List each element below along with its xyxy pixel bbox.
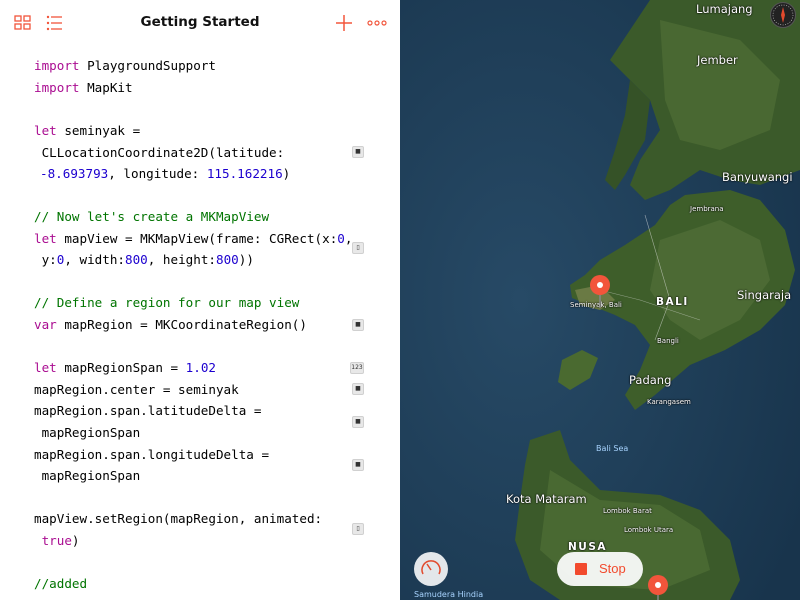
code-line[interactable]: -8.693793, longitude: 115.162216) — [40, 164, 290, 184]
code-editor[interactable]: Getting Started import PlaygroundSupport… — [0, 0, 400, 600]
map-label-lumajang: Lumajang — [696, 2, 753, 16]
code-line[interactable]: true) — [34, 531, 80, 551]
editor-toolbar: Getting Started — [0, 0, 400, 46]
code-line[interactable]: mapRegion.span.longitudeDelta = — [34, 445, 269, 465]
stop-button[interactable]: Stop — [557, 552, 643, 586]
object-result-icon[interactable]: ■ — [352, 319, 364, 331]
code-line[interactable]: import PlaygroundSupport — [34, 56, 216, 76]
map-label-bali: BALI — [656, 296, 689, 308]
object-result-icon[interactable]: ■ — [352, 383, 364, 395]
code-line[interactable]: mapView.setRegion(mapRegion, animated: — [34, 509, 322, 529]
ellipsis-icon[interactable] — [366, 12, 388, 34]
object-result-icon[interactable]: ■ — [352, 459, 364, 471]
map-label-padang: Padang — [629, 373, 672, 387]
code-line[interactable]: CLLocationCoordinate2D(latitude: — [34, 143, 285, 163]
speedometer-icon[interactable] — [414, 552, 448, 586]
map-label-bangli: Bangli — [657, 337, 679, 345]
map-pin-icon[interactable] — [645, 574, 671, 600]
list-icon[interactable] — [44, 12, 66, 34]
code-line[interactable]: mapRegionSpan — [34, 423, 141, 443]
map-label-samudera-hindia: Samudera Hindia — [414, 590, 484, 599]
code-line[interactable]: let mapView = MKMapView(frame: CGRect(x:… — [34, 229, 352, 249]
code-line[interactable]: //added — [34, 574, 87, 594]
code-line[interactable]: mapRegion.span.latitudeDelta = — [34, 401, 261, 421]
plus-icon[interactable] — [333, 12, 355, 34]
live-view-map[interactable]: Lumajang Jember Banyuwangi Jembrana Semi… — [400, 0, 800, 600]
code-line[interactable]: import MapKit — [34, 78, 133, 98]
code-line[interactable]: // Define a region for our map view — [34, 293, 299, 313]
map-label-bali-sea: Bali Sea — [596, 444, 629, 453]
map-label-jember: Jember — [697, 53, 738, 67]
compass-icon[interactable] — [770, 2, 796, 28]
code-line[interactable]: y:0, width:800, height:800)) — [34, 250, 254, 270]
map-label-banyuwangi: Banyuwangi — [722, 170, 793, 184]
code-line[interactable]: mapRegion.center = seminyak — [34, 380, 239, 400]
map-label-karangasem: Karangasem — [647, 398, 691, 406]
code-line[interactable]: let seminyak = — [34, 121, 140, 141]
map-label-singaraja: Singaraja — [737, 288, 792, 302]
map-pin-icon[interactable] — [587, 274, 613, 312]
code-line[interactable]: var mapRegion = MKCoordinateRegion() — [34, 315, 307, 335]
stop-icon — [575, 563, 587, 575]
map-label-lombok-barat: Lombok Barat — [603, 507, 652, 515]
code-line[interactable]: mapRegionSpan — [34, 466, 141, 486]
code-line[interactable]: // Now let's create a MKMapView — [34, 207, 269, 227]
view-result-icon[interactable]: ▯ — [352, 523, 364, 535]
map-label-kota-mataram: Kota Mataram — [506, 492, 587, 506]
stop-label: Stop — [599, 561, 626, 576]
map-label-jembrana: Jembrana — [690, 205, 724, 213]
number-result-chip[interactable]: 123 — [350, 362, 364, 374]
view-result-icon[interactable]: ▯ — [352, 242, 364, 254]
grid-icon[interactable] — [12, 12, 34, 34]
object-result-icon[interactable]: ■ — [352, 146, 364, 158]
map-label-lombok-utara: Lombok Utara — [624, 526, 674, 534]
object-result-icon[interactable]: ■ — [352, 416, 364, 428]
code-line[interactable]: let mapRegionSpan = 1.02 — [34, 358, 216, 378]
